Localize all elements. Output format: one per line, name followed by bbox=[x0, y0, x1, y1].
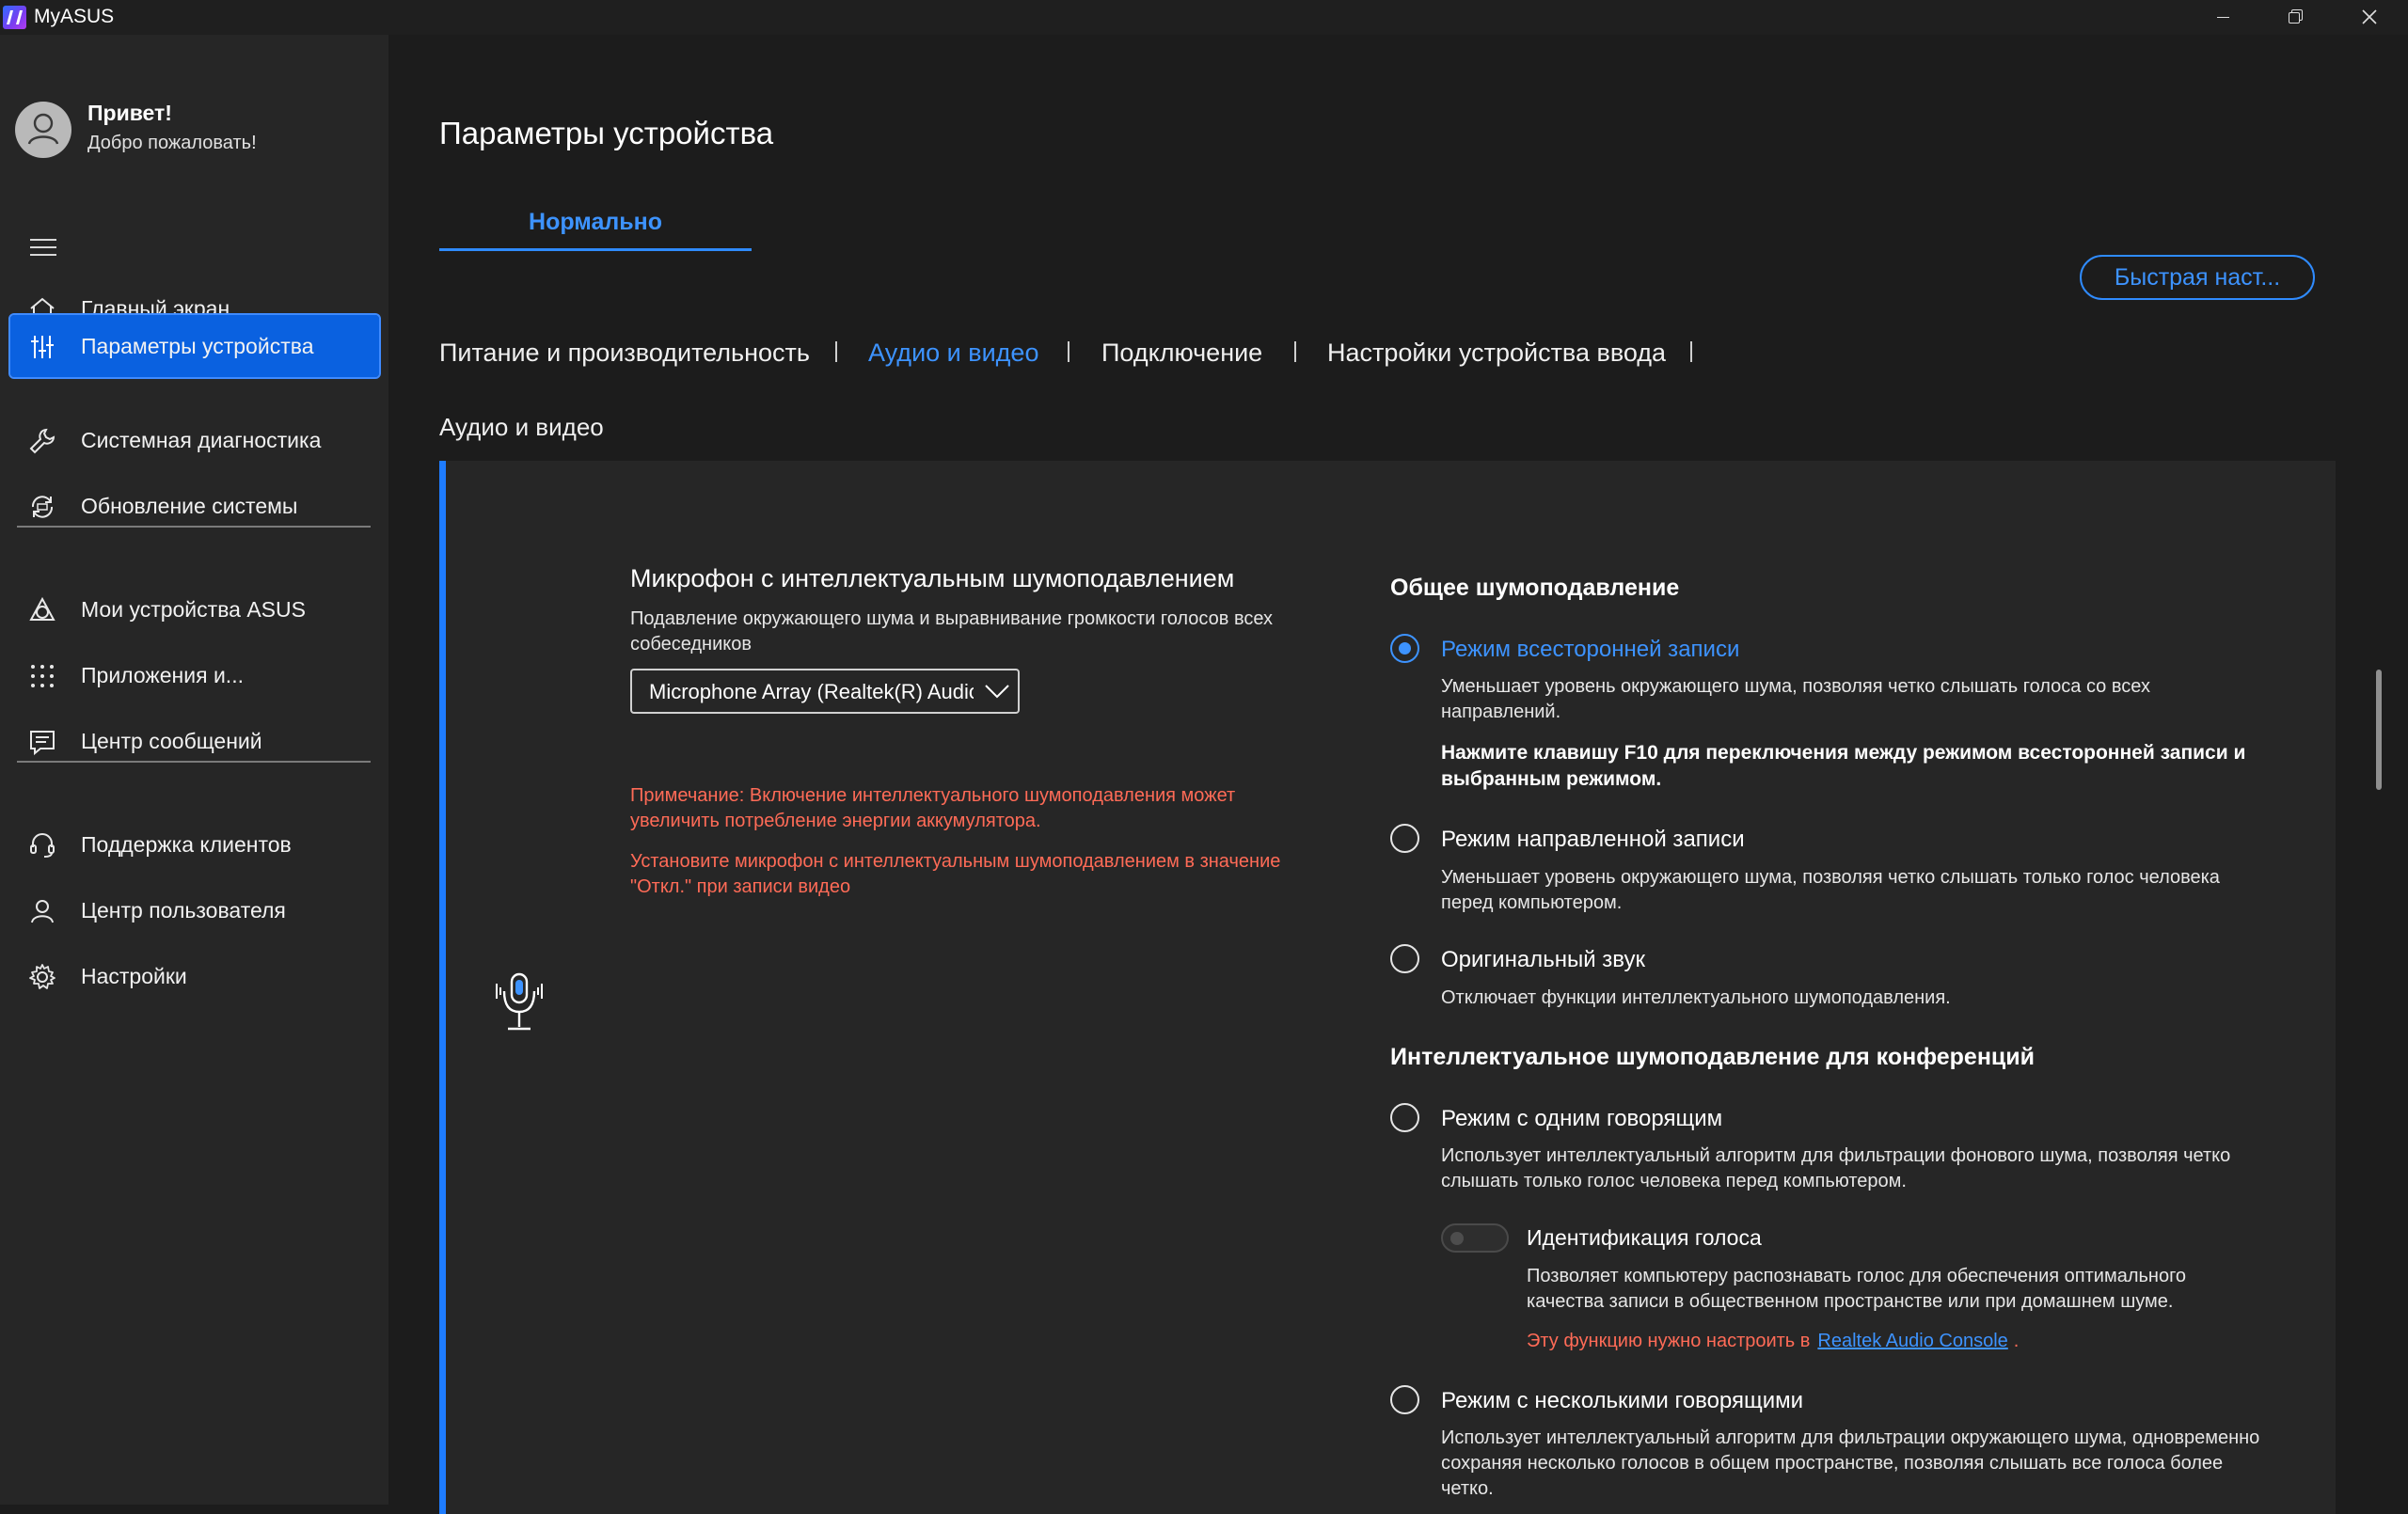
realtek-note: Эту функцию нужно настроить в Realtek Aud… bbox=[1527, 1331, 2019, 1352]
sidebar: Привет! Добро пожаловать! Главный экран … bbox=[0, 35, 388, 1505]
subtab-input-devices[interactable]: Настройки устройства ввода bbox=[1327, 339, 1666, 368]
menu-toggle-button[interactable] bbox=[30, 239, 56, 258]
sidebar-item-settings[interactable]: Настройки bbox=[10, 945, 379, 1007]
microphone-device-select[interactable]: Microphone Array (Realtek(R) Audio) bbox=[630, 669, 1020, 714]
message-icon bbox=[30, 731, 55, 756]
update-icon bbox=[31, 496, 54, 518]
minimize-button[interactable] bbox=[2188, 0, 2259, 35]
sidebar-item-label: Системная диагностика bbox=[81, 428, 322, 452]
f10-hint: Нажмите клавишу F10 для переключения меж… bbox=[1441, 742, 2246, 790]
sidebar-item-my-devices[interactable]: Мои устройства ASUS bbox=[10, 578, 379, 640]
sidebar-item-support[interactable]: Поддержка клиентов bbox=[10, 813, 379, 875]
main-content: Параметры устройства Нормально Быстрая н… bbox=[388, 35, 2408, 1514]
select-value: Microphone Array (Realtek(R) Audio) bbox=[649, 680, 974, 703]
subtab-divider bbox=[1294, 341, 1296, 362]
hamburger-icon bbox=[30, 239, 56, 241]
battery-warning-text: Примечание: Включение интеллектуального … bbox=[630, 785, 1236, 831]
hamburger-line bbox=[30, 246, 56, 248]
tab-label: Нормально bbox=[529, 209, 662, 235]
sidebar-item-label: Настройки bbox=[81, 964, 187, 988]
sidebar-item-label: Поддержка клиентов bbox=[81, 832, 292, 857]
radio-directional-mode[interactable] bbox=[1390, 824, 1419, 853]
sidebar-divider bbox=[17, 526, 371, 528]
tab-normal-mode[interactable]: Нормально bbox=[439, 204, 752, 251]
main-scrollbar[interactable] bbox=[2371, 397, 2383, 1505]
multi-speaker-label[interactable]: Режим с несколькими говорящими bbox=[1441, 1388, 1803, 1414]
voice-id-toggle[interactable] bbox=[1441, 1223, 1509, 1253]
sidebar-item-diagnostics[interactable]: Системная диагностика bbox=[10, 409, 379, 471]
microphone-icon bbox=[496, 972, 543, 1031]
voice-id-label: Идентификация голоса bbox=[1527, 1225, 1762, 1250]
user-icon bbox=[31, 900, 54, 923]
avatar[interactable] bbox=[15, 102, 71, 158]
restore-button[interactable] bbox=[2259, 0, 2331, 35]
sidebar-divider bbox=[17, 761, 371, 763]
title-bar: MyASUS bbox=[0, 0, 2408, 35]
greeting-subtitle: Добро пожаловать! bbox=[87, 133, 257, 153]
directional-mode-description: Уменьшает уровень окружающего шума, позв… bbox=[1441, 867, 2220, 913]
realtek-audio-console-link[interactable]: Realtek Audio Console bbox=[1817, 1331, 2007, 1351]
section-title: Аудио и видео bbox=[439, 413, 604, 441]
sidebar-item-label: Центр сообщений bbox=[81, 729, 262, 753]
gear-icon bbox=[29, 964, 55, 989]
sidebar-item-apps[interactable]: Приложения и... bbox=[10, 644, 379, 706]
voice-id-description: Позволяет компьютеру распознавать голос … bbox=[1527, 1266, 2187, 1312]
app-title: MyASUS bbox=[34, 6, 115, 27]
subtab-audio-video[interactable]: Аудио и видео bbox=[868, 339, 1038, 368]
sidebar-item-label: Параметры устройства bbox=[81, 334, 314, 358]
close-button[interactable] bbox=[2334, 0, 2405, 35]
mic-feature-title: Микрофон с интеллектуальным шумоподавлен… bbox=[630, 564, 1235, 592]
subtab-divider bbox=[835, 341, 837, 362]
sidebar-item-messages[interactable]: Центр сообщений bbox=[10, 710, 379, 772]
mic-feature-description: Подавление окружающего шума и выравниван… bbox=[630, 608, 1274, 654]
page-title: Параметры устройства bbox=[439, 116, 774, 150]
headset-icon bbox=[30, 833, 55, 858]
radio-multi-speaker[interactable] bbox=[1390, 1385, 1419, 1414]
subtab-divider bbox=[1068, 341, 1069, 362]
directional-mode-label[interactable]: Режим направленной записи bbox=[1441, 827, 1745, 853]
subtab-connectivity[interactable]: Подключение bbox=[1101, 339, 1262, 368]
quick-settings-button[interactable]: Быстрая наст... bbox=[2080, 255, 2315, 300]
sliders-icon bbox=[31, 336, 54, 358]
hamburger-line bbox=[30, 254, 56, 256]
sidebar-item-label: Мои устройства ASUS bbox=[81, 597, 306, 622]
devices-icon bbox=[29, 596, 55, 621]
sidebar-item-system-update[interactable]: Обновление системы bbox=[10, 475, 379, 537]
greeting-title: Привет! bbox=[87, 101, 172, 125]
single-speaker-description: Использует интеллектуальный алгоритм для… bbox=[1441, 1145, 2231, 1191]
close-icon bbox=[2362, 9, 2377, 24]
conference-noise-heading: Интеллектуальное шумоподавление для конф… bbox=[1390, 1044, 2036, 1070]
general-noise-heading: Общее шумоподавление bbox=[1390, 575, 1680, 601]
omni-mode-label[interactable]: Режим всесторонней записи bbox=[1441, 637, 1739, 663]
myasus-logo-icon bbox=[3, 6, 26, 29]
realtek-note-text: Эту функцию нужно настроить в bbox=[1527, 1331, 1811, 1351]
apps-grid-icon bbox=[31, 665, 54, 687]
single-speaker-label[interactable]: Режим с одним говорящим bbox=[1441, 1106, 1722, 1132]
radio-omni-mode[interactable] bbox=[1390, 634, 1419, 663]
radio-original-sound[interactable] bbox=[1390, 944, 1419, 973]
realtek-note-end: . bbox=[2013, 1331, 2020, 1351]
sidebar-item-device-settings[interactable]: Параметры устройства bbox=[8, 313, 381, 379]
subtab-divider bbox=[1690, 341, 1692, 362]
sidebar-item-label: Центр пользователя bbox=[81, 898, 286, 923]
video-warning-text: Установите микрофон с интеллектуальным ш… bbox=[630, 851, 1281, 897]
sidebar-item-label: Приложения и... bbox=[81, 663, 244, 687]
sidebar-item-label: Обновление системы bbox=[81, 494, 298, 518]
wrench-icon bbox=[29, 428, 55, 454]
sidebar-item-user-center[interactable]: Центр пользователя bbox=[10, 879, 379, 941]
original-sound-description: Отключает функции интеллектуального шумо… bbox=[1441, 987, 1951, 1008]
original-sound-label[interactable]: Оригинальный звук bbox=[1441, 947, 1645, 973]
scrollbar-thumb[interactable] bbox=[2376, 670, 2382, 790]
omni-mode-description: Уменьшает уровень окружающего шума, позв… bbox=[1441, 676, 2150, 722]
subtab-power-performance[interactable]: Питание и производительность bbox=[439, 339, 810, 368]
radio-single-speaker[interactable] bbox=[1390, 1103, 1419, 1132]
ai-noise-cancel-card: Микрофон с интеллектуальным шумоподавлен… bbox=[439, 461, 2336, 1514]
user-avatar-icon bbox=[27, 113, 59, 145]
multi-speaker-description: Использует интеллектуальный алгоритм для… bbox=[1441, 1427, 2260, 1499]
chevron-down-icon bbox=[985, 685, 1009, 699]
